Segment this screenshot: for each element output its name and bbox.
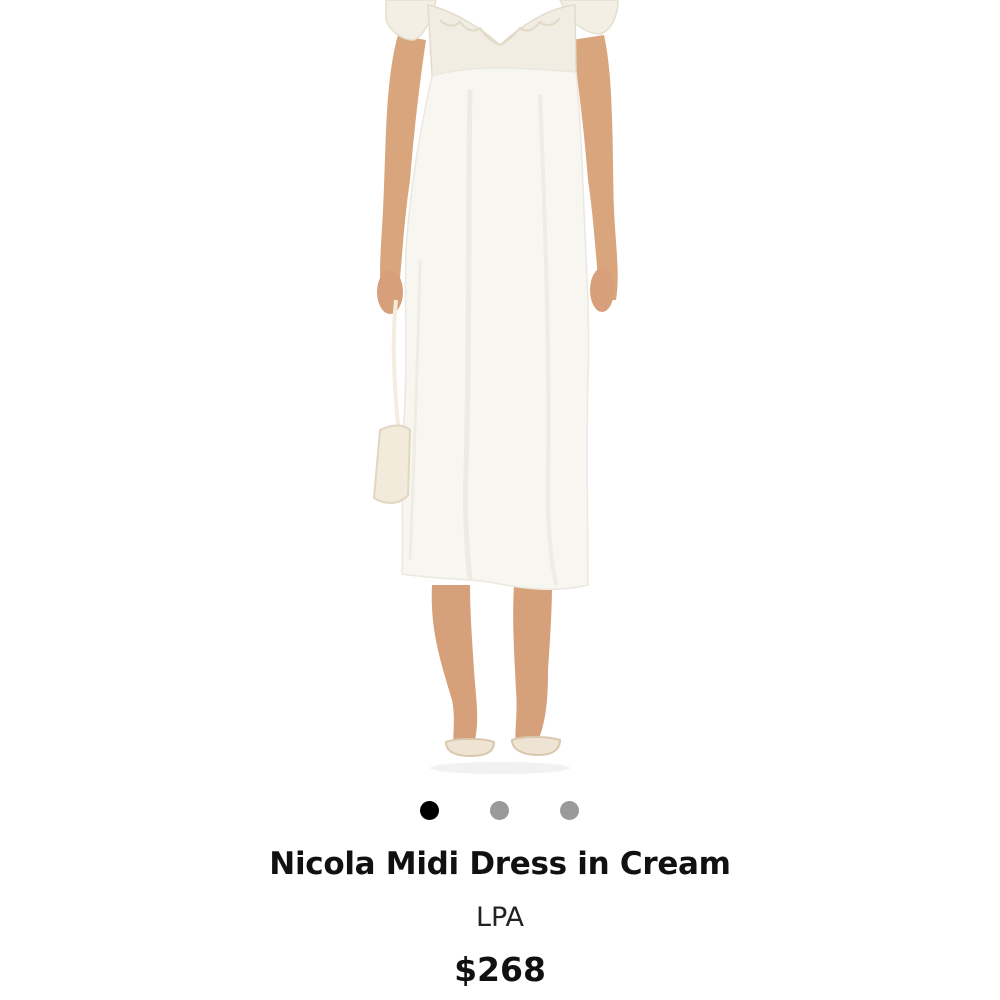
dress-body	[401, 67, 590, 591]
left-sandal	[444, 738, 496, 758]
right-sandal	[510, 736, 562, 757]
left-hand	[377, 270, 403, 314]
lace-bodice	[427, 4, 577, 77]
product-title: Nicola Midi Dress in Cream	[269, 846, 731, 882]
right-leg	[513, 585, 552, 745]
carousel-dot-1[interactable]	[420, 801, 439, 820]
floor-shadow	[430, 762, 570, 774]
image-carousel-dots	[0, 801, 1000, 821]
product-image[interactable]	[0, 0, 1000, 780]
handbag	[372, 424, 412, 504]
product-price: $268	[454, 950, 546, 989]
right-hand	[590, 268, 614, 312]
bag-strap	[391, 299, 400, 426]
carousel-dot-3[interactable]	[560, 801, 579, 820]
left-leg	[431, 585, 478, 745]
product-photo-illustration	[372, 0, 619, 774]
product-page: Nicola Midi Dress in Cream LPA $268	[0, 0, 1000, 1000]
product-brand[interactable]: LPA	[0, 902, 1000, 933]
carousel-dot-2[interactable]	[490, 801, 509, 820]
